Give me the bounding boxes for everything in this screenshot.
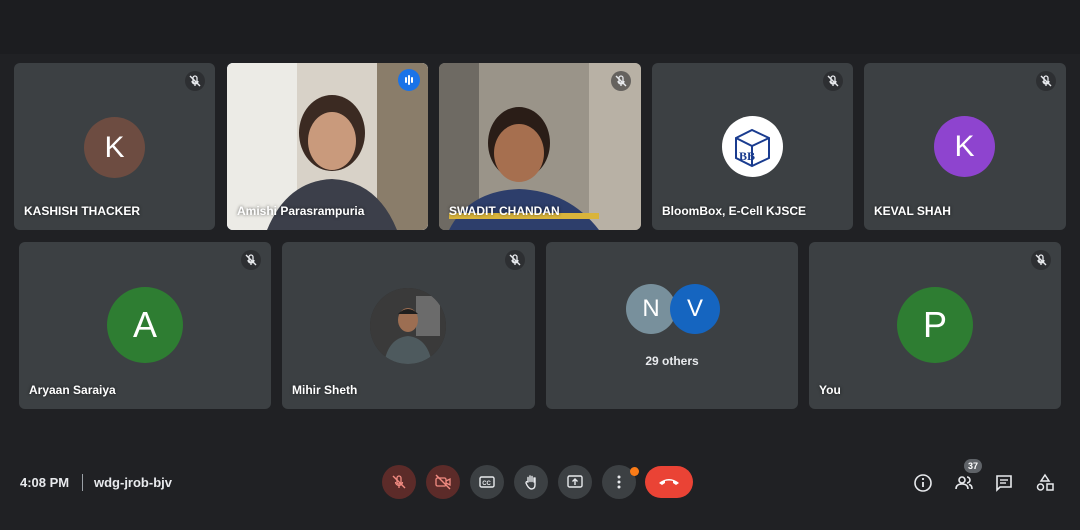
participant-name: Mihir Sheth [292, 383, 358, 397]
meeting-code: wdg-jrob-bjv [94, 475, 172, 490]
mic-off-icon [241, 250, 261, 270]
mic-off-icon [1031, 250, 1051, 270]
meeting-info-button[interactable] [912, 472, 934, 494]
mic-off-icon [1036, 71, 1056, 91]
raise-hand-icon [525, 475, 536, 490]
captions-icon: CC [479, 476, 495, 488]
participant-name: BloomBox, E-Cell KJSCE [662, 204, 807, 218]
activities-button[interactable] [1034, 472, 1056, 494]
divider [82, 474, 83, 491]
avatar-initial: K [104, 130, 125, 164]
activities-icon [1036, 473, 1054, 491]
profile-photo [370, 288, 446, 364]
others-count-label: 29 others [645, 354, 699, 368]
participant-name: KEVAL SHAH [874, 204, 951, 218]
meeting-time: 4:08 PM [20, 475, 70, 490]
participant-name: SWADIT CHANDAN [449, 204, 560, 218]
participant-tile-swadit[interactable]: SWADIT CHANDAN [439, 63, 641, 230]
bottom-control-bar: 4:08 PM wdg-jrob-bjv CC 37 [0, 440, 1080, 530]
present-button[interactable] [558, 465, 592, 499]
end-call-button[interactable] [645, 466, 693, 498]
avatar-initial: P [922, 304, 947, 345]
avatar: N [626, 284, 676, 334]
people-count-badge: 37 [964, 459, 982, 473]
camera-toggle-button[interactable] [426, 465, 460, 499]
avatar-initial: N [642, 295, 660, 322]
others-tile[interactable]: N V 29 others [546, 242, 798, 409]
avatar-initial: K [954, 129, 975, 163]
bloombox-logo: BB [722, 116, 783, 177]
participant-name: Amishi Parasrampuria [237, 204, 365, 218]
participant-name: Aryaan Saraiya [29, 383, 116, 397]
avatar: P [897, 287, 973, 363]
participant-name: You [819, 383, 841, 397]
more-options-icon [617, 475, 621, 489]
avatar: K [934, 116, 995, 177]
chat-icon [996, 475, 1012, 492]
participant-tile-amishi[interactable]: Amishi Parasrampuria [227, 63, 428, 230]
end-call-icon [659, 479, 679, 485]
participant-tile-bloombox[interactable]: BB BloomBox, E-Cell KJSCE [652, 63, 853, 230]
participant-tile-aryaan[interactable]: A Aryaan Saraiya [19, 242, 271, 409]
people-icon [955, 476, 973, 490]
camera-off-icon [435, 474, 451, 490]
participant-tile-kashish[interactable]: K KASHISH THACKER [14, 63, 215, 230]
svg-text:CC: CC [482, 481, 491, 487]
avatar-initial: V [686, 295, 703, 322]
mic-off-icon [505, 250, 525, 270]
avatar-initial: A [132, 304, 157, 345]
participant-tile-keval[interactable]: K KEVAL SHAH [864, 63, 1066, 230]
logo-text: BB [739, 149, 755, 163]
mic-off-icon [611, 71, 631, 91]
raise-hand-button[interactable] [514, 465, 548, 499]
speaking-indicator-icon [398, 69, 420, 91]
mic-off-icon [392, 475, 406, 489]
avatar: A [107, 287, 183, 363]
top-band [0, 0, 1080, 54]
mic-toggle-button[interactable] [382, 465, 416, 499]
info-icon [914, 474, 932, 492]
captions-button[interactable]: CC [470, 465, 504, 499]
participant-name: KASHISH THACKER [24, 204, 141, 218]
present-icon [567, 475, 583, 488]
avatar: K [84, 117, 145, 178]
avatar: V [670, 284, 720, 334]
mic-off-icon [185, 71, 205, 91]
participant-tile-mihir[interactable]: Mihir Sheth [282, 242, 535, 409]
participant-tile-you[interactable]: P You [809, 242, 1061, 409]
chat-button[interactable] [993, 472, 1015, 494]
mic-off-icon [823, 71, 843, 91]
notification-dot [630, 467, 639, 476]
people-button[interactable] [953, 472, 975, 494]
